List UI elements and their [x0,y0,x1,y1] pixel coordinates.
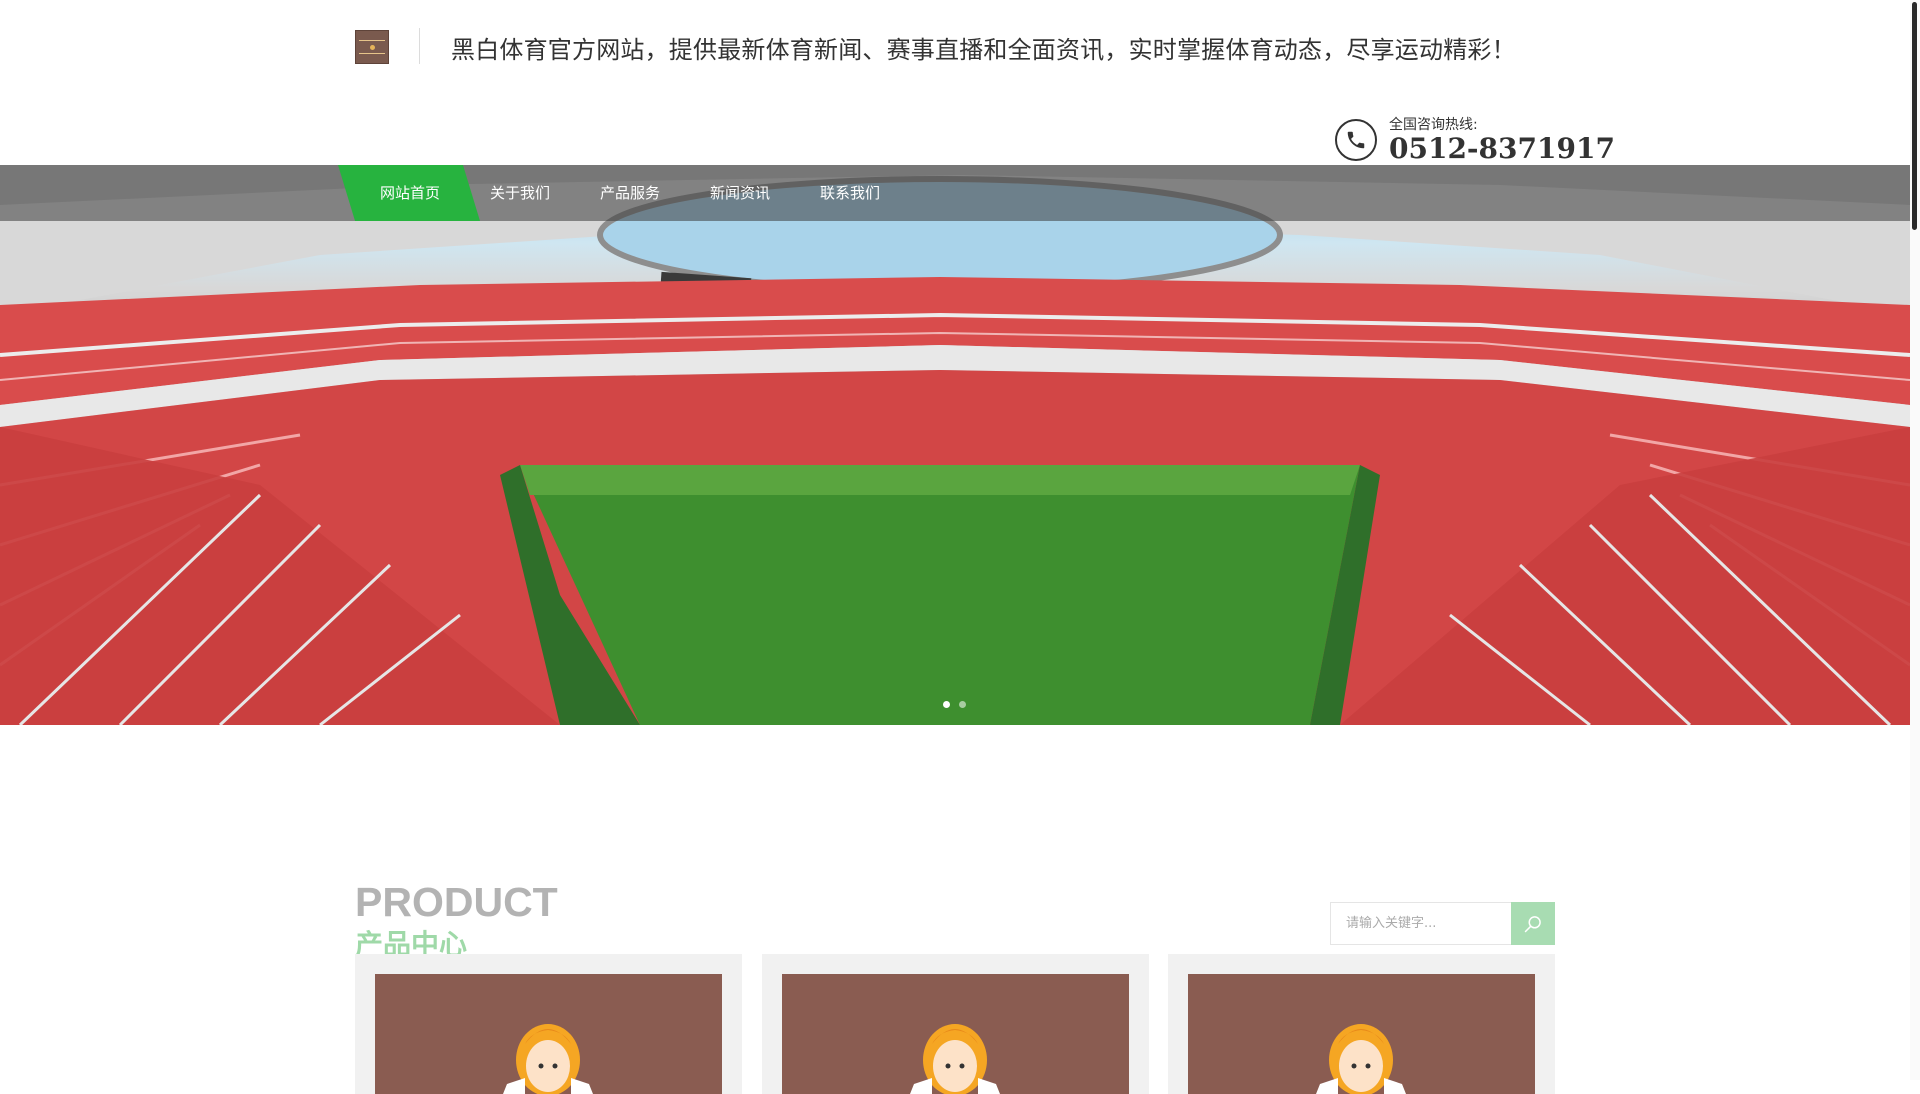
nav-news[interactable]: 新闻资讯 [685,165,795,221]
slider-dot-2[interactable] [959,701,966,708]
section-title-en: PRODUCT [355,879,558,925]
product-image [782,974,1129,1094]
product-image [375,974,722,1094]
hero-banner[interactable]: 网站首页 关于我们 产品服务 新闻资讯 联系我们 [0,165,1910,725]
nav-products[interactable]: 产品服务 [575,165,685,221]
product-card[interactable] [762,954,1149,1094]
search-input[interactable] [1330,902,1514,945]
product-card[interactable] [1168,954,1555,1094]
nav-home[interactable]: 网站首页 [355,165,465,221]
avatar-icon [1316,1024,1406,1094]
header-divider [419,28,420,64]
phone-icon [1335,119,1377,161]
page-scrollbar[interactable] [1910,0,1920,1080]
main-nav: 网站首页 关于我们 产品服务 新闻资讯 联系我们 [0,165,1910,221]
site-header: 黑白体育官方网站，提供最新体育新闻、赛事直播和全面资讯，实时掌握体育动态，尽享运… [0,0,1910,165]
search-icon [1524,915,1541,932]
avatar-icon [503,1024,593,1094]
site-tagline: 黑白体育官方网站，提供最新体育新闻、赛事直播和全面资讯，实时掌握体育动态，尽享运… [451,36,1516,64]
logo-mark [359,40,385,54]
product-image [1188,974,1535,1094]
nav-contact[interactable]: 联系我们 [795,165,905,221]
slider-dot-1[interactable] [943,701,950,708]
hotline: 全国咨询热线: 0512-8371917 [1335,116,1615,164]
hotline-number[interactable]: 0512-8371917 [1389,134,1615,164]
slider-dots [943,701,966,708]
product-list [355,954,1555,1094]
avatar-icon [910,1024,1000,1094]
nav-about[interactable]: 关于我们 [465,165,575,221]
scrollbar-thumb[interactable] [1912,2,1917,230]
search-button[interactable] [1511,902,1555,945]
product-card[interactable] [355,954,742,1094]
site-logo[interactable] [355,30,389,64]
stadium-image [0,165,1910,725]
